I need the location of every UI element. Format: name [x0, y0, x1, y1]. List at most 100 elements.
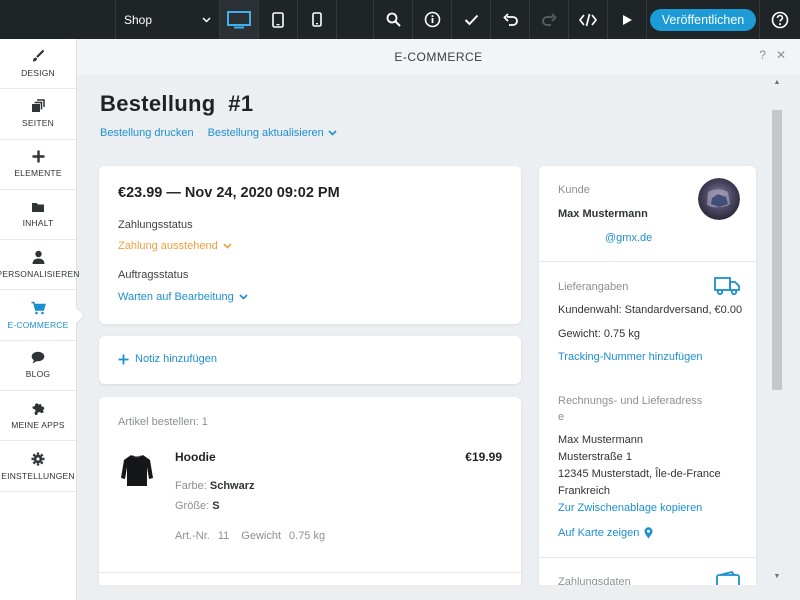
sidebar-item-elements[interactable]: ELEMENTE: [0, 140, 76, 190]
sidebar-item-label: SEITEN: [22, 118, 54, 129]
chat-bubble-icon: [31, 352, 45, 364]
check-icon: [464, 14, 478, 25]
chevron-down-icon: [328, 130, 337, 136]
order-price-date: €23.99 — Nov 24, 2020 09:02 PM: [118, 185, 340, 201]
scrollbar-thumb[interactable]: [772, 110, 782, 390]
sidebar-item-label: BLOG: [25, 369, 51, 380]
info-button[interactable]: [413, 0, 452, 39]
chevron-down-icon: [202, 16, 211, 23]
sidebar-item-label: MEINE APPS: [11, 420, 65, 431]
truck-icon: [714, 277, 740, 296]
undo-button[interactable]: [491, 0, 530, 39]
info-icon: [424, 11, 440, 28]
scroll-up-arrow[interactable]: ▲: [772, 78, 782, 88]
site-select[interactable]: Shop: [116, 0, 220, 39]
sidebar-item-pages[interactable]: SEITEN: [0, 89, 76, 140]
site-select-label: Shop: [124, 12, 153, 27]
item-color-label: Farbe:: [175, 480, 207, 492]
search-icon: [386, 12, 401, 27]
order-status-dropdown[interactable]: Warten auf Bearbeitung: [118, 291, 248, 303]
sidebar-item-label: EINSTELLUNGEN: [1, 470, 75, 481]
divider: [539, 557, 756, 558]
hoodie-thumbnail: [121, 455, 153, 486]
pages-icon: [32, 99, 45, 113]
order-summary-card: €23.99 — Nov 24, 2020 09:02 PM Zahlungss…: [99, 166, 521, 324]
sidebar-item-my-apps[interactable]: MEINE APPS: [0, 391, 76, 442]
update-order-label: Bestellung aktualisieren: [207, 127, 324, 139]
item-size-label: Größe:: [175, 500, 210, 512]
sidebar-item-blog[interactable]: BLOG: [0, 341, 76, 392]
wallet-icon: [716, 571, 740, 585]
item-color-value: Schwarz: [209, 480, 255, 492]
mobile-view-button[interactable]: [298, 0, 337, 39]
copy-address-link[interactable]: Zur Zwischenablage kopieren: [558, 502, 702, 514]
order-detail-content: Bestellung #1 Bestellung drucken Bestell…: [94, 75, 769, 585]
order-items-card: Artikel bestellen: 1 Hoodie €19.99 Farbe…: [99, 397, 521, 585]
print-order-link[interactable]: Bestellung drucken: [100, 127, 194, 139]
address-title-line2: e: [558, 411, 565, 423]
panel-close-button[interactable]: ✕: [776, 48, 786, 62]
item-price: €19.99: [465, 450, 502, 464]
check-button[interactable]: [452, 0, 491, 39]
main-sidebar: DESIGN SEITEN ELEMENTE INHALT PERSONALIS…: [0, 39, 79, 600]
sidebar-item-settings[interactable]: EINSTELLUNGEN: [0, 441, 76, 492]
customer-side-card: Kunde Max Mustermann @gmx.de Lieferangab…: [539, 166, 756, 585]
payment-status-label: Zahlungsstatus: [118, 219, 193, 231]
order-status-label: Auftragsstatus: [118, 269, 189, 281]
sidebar-item-design[interactable]: DESIGN: [0, 39, 76, 90]
sidebar-item-ecommerce[interactable]: E-COMMERCE: [0, 290, 76, 341]
sidebar-item-label: ELEMENTE: [14, 168, 62, 179]
add-note-button[interactable]: Notiz hinzufügen: [118, 353, 217, 365]
add-tracking-link[interactable]: Tracking-Nummer hinzufügen: [558, 351, 702, 363]
help-button[interactable]: [760, 0, 800, 39]
publish-button[interactable]: Veröffentlichen: [649, 8, 757, 31]
address-name: Max Mustermann: [558, 434, 643, 446]
payment-status-value: Zahlung ausstehend: [118, 240, 218, 252]
sidebar-item-content[interactable]: INHALT: [0, 190, 76, 241]
search-button[interactable]: [374, 0, 413, 39]
folder-icon: [32, 203, 44, 213]
cart-icon: [31, 301, 46, 314]
panel-help-button[interactable]: ?: [759, 48, 766, 62]
show-on-map-link[interactable]: Auf Karte zeigen: [558, 527, 653, 539]
add-note-label: Notiz hinzufügen: [135, 353, 217, 365]
redo-button[interactable]: [530, 0, 569, 39]
scroll-down-arrow[interactable]: ▼: [772, 572, 782, 582]
payment-status-dropdown[interactable]: Zahlung ausstehend: [118, 240, 232, 252]
item-weight-value: 0.75 kg: [289, 530, 326, 542]
divider: [99, 572, 521, 573]
sidebar-item-personalize[interactable]: PERSONALISIEREN: [0, 240, 79, 291]
order-status-value: Warten auf Bearbeitung: [118, 291, 234, 303]
code-icon: [579, 13, 597, 26]
brush-icon: [33, 49, 45, 62]
items-count: Artikel bestellen: 1: [118, 416, 208, 428]
customer-name: Max Mustermann: [558, 208, 648, 220]
preview-button[interactable]: [608, 0, 647, 39]
map-pin-icon: [644, 527, 653, 539]
item-name: Hoodie: [175, 450, 216, 464]
address-title-line1: Rechnungs- und Lieferadress: [558, 395, 703, 407]
help-icon: [771, 11, 789, 28]
divider: [539, 261, 756, 262]
desktop-view-button[interactable]: [220, 0, 259, 39]
update-order-dropdown[interactable]: Bestellung aktualisieren: [208, 127, 337, 139]
customer-email-link[interactable]: @gmx.de: [605, 232, 652, 244]
item-size-value: S: [212, 500, 220, 512]
plus-icon: [118, 354, 129, 364]
desktop-icon: [227, 10, 251, 28]
publish-area: Veröffentlichen: [647, 0, 760, 39]
address-street: Musterstraße 1: [558, 451, 632, 463]
redo-icon: [541, 12, 557, 26]
item-color: Farbe: Schwarz: [175, 480, 255, 492]
tablet-view-button[interactable]: [259, 0, 298, 39]
panel-title: E-COMMERCE: [77, 39, 800, 75]
shipping-method: Kundenwahl: Standardversand, €0.00: [558, 304, 743, 316]
order-actions: Bestellung drucken Bestellung aktualisie…: [100, 127, 337, 139]
top-toolbar: Shop Veröffentlichen: [0, 0, 800, 39]
payment-section-title: Zahlungsdaten: [558, 576, 631, 585]
puzzle-icon: [32, 403, 45, 416]
undo-icon: [502, 12, 518, 26]
address-section-title: Rechnungs- und Lieferadress e: [558, 393, 702, 425]
gear-icon: [31, 452, 45, 466]
code-button[interactable]: [569, 0, 608, 39]
